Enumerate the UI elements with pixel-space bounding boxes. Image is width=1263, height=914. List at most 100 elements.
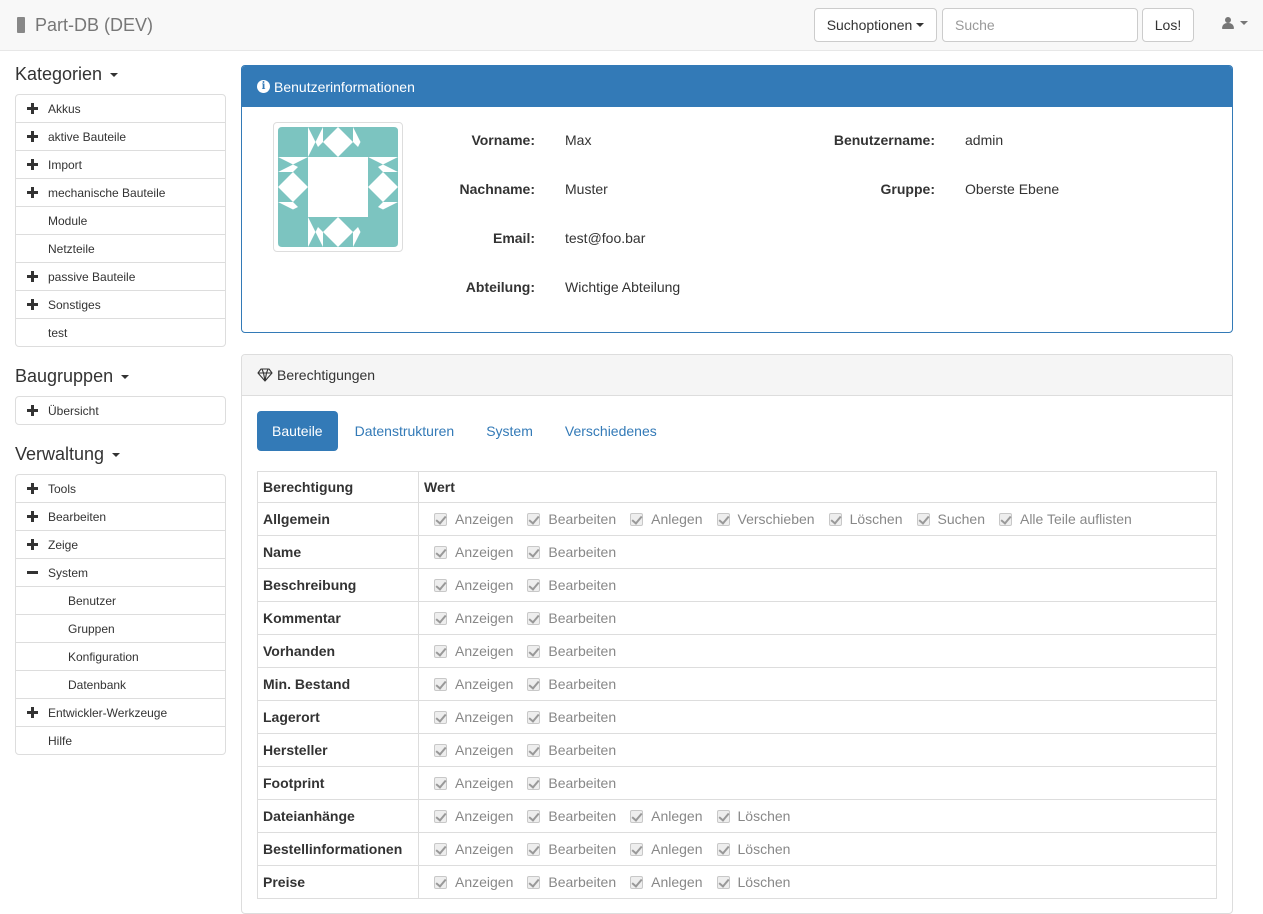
permission-checkbox-anlegen[interactable]: Anlegen bbox=[630, 511, 703, 527]
checkmark-icon[interactable] bbox=[527, 776, 541, 790]
tree-item-test[interactable]: test bbox=[16, 318, 225, 346]
checkmark-icon[interactable] bbox=[527, 842, 541, 856]
checkmark-icon[interactable] bbox=[716, 512, 730, 526]
tree-item-aktive-bauteile[interactable]: aktive Bauteile bbox=[16, 122, 225, 150]
checkmark-icon[interactable] bbox=[527, 512, 541, 526]
tree-item-uebersicht[interactable]: Übersicht bbox=[16, 397, 225, 424]
permission-checkbox-verschieben[interactable]: Verschieben bbox=[716, 511, 815, 527]
checkmark-icon[interactable] bbox=[434, 809, 447, 823]
permission-checkbox-bearbeiten[interactable]: Bearbeiten bbox=[527, 709, 616, 725]
checkmark-icon[interactable] bbox=[828, 512, 842, 526]
permission-checkbox-bearbeiten[interactable]: Bearbeiten bbox=[527, 808, 616, 824]
plus-icon[interactable] bbox=[27, 131, 38, 142]
tree-item-mechanische-bauteile[interactable]: mechanische Bauteile bbox=[16, 178, 225, 206]
permission-checkbox-anlegen[interactable]: Anlegen bbox=[630, 808, 703, 824]
tree-item-passive-bauteile[interactable]: passive Bauteile bbox=[16, 262, 225, 290]
checkmark-icon[interactable] bbox=[434, 644, 447, 658]
checkmark-icon[interactable] bbox=[998, 512, 1012, 526]
checkmark-icon[interactable] bbox=[434, 710, 447, 724]
sidebar-heading-categories[interactable]: Kategorien bbox=[15, 64, 119, 85]
minus-icon[interactable] bbox=[27, 567, 38, 578]
sidebar-heading-admin[interactable]: Verwaltung bbox=[15, 444, 121, 465]
permission-checkbox-suchen[interactable]: Suchen bbox=[916, 511, 985, 527]
checkmark-icon[interactable] bbox=[527, 677, 541, 691]
checkmark-icon[interactable] bbox=[434, 545, 447, 559]
permission-checkbox-anzeigen[interactable]: Anzeigen bbox=[434, 775, 513, 791]
permission-checkbox-bearbeiten[interactable]: Bearbeiten bbox=[527, 676, 616, 692]
permission-checkbox-loeschen[interactable]: Löschen bbox=[716, 808, 790, 824]
checkmark-icon[interactable] bbox=[630, 512, 644, 526]
checkmark-icon[interactable] bbox=[716, 842, 730, 856]
checkmark-icon[interactable] bbox=[630, 842, 644, 856]
tab-datenstrukturen[interactable]: Datenstrukturen bbox=[340, 411, 470, 451]
tree-item-netzteile[interactable]: Netzteile bbox=[16, 234, 225, 262]
checkmark-icon[interactable] bbox=[434, 776, 447, 790]
permission-checkbox-bearbeiten[interactable]: Bearbeiten bbox=[527, 742, 616, 758]
permission-checkbox-bearbeiten[interactable]: Bearbeiten bbox=[527, 610, 616, 626]
tree-item-gruppen[interactable]: Gruppen bbox=[16, 614, 225, 642]
permission-checkbox-anlegen[interactable]: Anlegen bbox=[630, 874, 703, 890]
plus-icon[interactable] bbox=[27, 187, 38, 198]
tree-item-sonstiges[interactable]: Sonstiges bbox=[16, 290, 225, 318]
plus-icon[interactable] bbox=[27, 707, 38, 718]
permission-checkbox-bearbeiten[interactable]: Bearbeiten bbox=[527, 841, 616, 857]
plus-icon[interactable] bbox=[27, 271, 38, 282]
plus-icon[interactable] bbox=[27, 299, 38, 310]
checkmark-icon[interactable] bbox=[527, 578, 541, 592]
plus-icon[interactable] bbox=[27, 511, 38, 522]
permission-checkbox-loeschen[interactable]: Löschen bbox=[716, 841, 790, 857]
permission-checkbox-anzeigen[interactable]: Anzeigen bbox=[434, 709, 513, 725]
brand-link[interactable]: Part-DB (DEV) bbox=[15, 13, 153, 37]
checkmark-icon[interactable] bbox=[434, 842, 447, 856]
permission-checkbox-anzeigen[interactable]: Anzeigen bbox=[434, 742, 513, 758]
search-input[interactable] bbox=[942, 8, 1138, 42]
checkmark-icon[interactable] bbox=[716, 875, 730, 889]
tree-item-system[interactable]: System bbox=[16, 558, 225, 586]
permission-checkbox-bearbeiten[interactable]: Bearbeiten bbox=[527, 874, 616, 890]
checkmark-icon[interactable] bbox=[434, 743, 447, 757]
permission-checkbox-anzeigen[interactable]: Anzeigen bbox=[434, 544, 513, 560]
sidebar-heading-assemblies[interactable]: Baugruppen bbox=[15, 366, 130, 387]
tree-item-module[interactable]: Module bbox=[16, 206, 225, 234]
tree-item-datenbank[interactable]: Datenbank bbox=[16, 670, 225, 698]
checkmark-icon[interactable] bbox=[527, 875, 541, 889]
checkmark-icon[interactable] bbox=[527, 644, 541, 658]
checkmark-icon[interactable] bbox=[434, 875, 447, 889]
permission-checkbox-bearbeiten[interactable]: Bearbeiten bbox=[527, 643, 616, 659]
checkmark-icon[interactable] bbox=[527, 809, 541, 823]
checkmark-icon[interactable] bbox=[630, 809, 644, 823]
checkmark-icon[interactable] bbox=[716, 809, 730, 823]
permission-checkbox-alle-teile-auflisten[interactable]: Alle Teile auflisten bbox=[998, 511, 1132, 527]
checkmark-icon[interactable] bbox=[527, 611, 541, 625]
tab-bauteile[interactable]: Bauteile bbox=[257, 411, 338, 451]
permission-checkbox-anzeigen[interactable]: Anzeigen bbox=[434, 610, 513, 626]
permission-checkbox-bearbeiten[interactable]: Bearbeiten bbox=[527, 577, 616, 593]
checkmark-icon[interactable] bbox=[434, 512, 447, 526]
tree-item-akkus[interactable]: Akkus bbox=[16, 95, 225, 122]
permission-checkbox-loeschen[interactable]: Löschen bbox=[716, 874, 790, 890]
checkmark-icon[interactable] bbox=[434, 578, 447, 592]
permission-checkbox-bearbeiten[interactable]: Bearbeiten bbox=[527, 511, 616, 527]
tree-item-konfiguration[interactable]: Konfiguration bbox=[16, 642, 225, 670]
permission-checkbox-anzeigen[interactable]: Anzeigen bbox=[434, 676, 513, 692]
plus-icon[interactable] bbox=[27, 159, 38, 170]
checkmark-icon[interactable] bbox=[527, 545, 541, 559]
checkmark-icon[interactable] bbox=[527, 743, 541, 757]
checkmark-icon[interactable] bbox=[527, 710, 541, 724]
tree-item-hilfe[interactable]: Hilfe bbox=[16, 726, 225, 754]
permission-checkbox-loeschen[interactable]: Löschen bbox=[828, 511, 903, 527]
search-options-button[interactable]: Suchoptionen bbox=[814, 8, 937, 42]
tree-item-entwickler-werkzeuge[interactable]: Entwickler-Werkzeuge bbox=[16, 698, 225, 726]
permission-checkbox-anzeigen[interactable]: Anzeigen bbox=[434, 643, 513, 659]
plus-icon[interactable] bbox=[27, 483, 38, 494]
checkmark-icon[interactable] bbox=[434, 611, 447, 625]
tree-item-benutzer[interactable]: Benutzer bbox=[16, 586, 225, 614]
tree-item-zeige[interactable]: Zeige bbox=[16, 530, 225, 558]
permission-checkbox-anzeigen[interactable]: Anzeigen bbox=[434, 808, 513, 824]
permission-checkbox-bearbeiten[interactable]: Bearbeiten bbox=[527, 544, 616, 560]
tree-item-tools[interactable]: Tools bbox=[16, 475, 225, 502]
tab-verschiedenes[interactable]: Verschiedenes bbox=[550, 411, 672, 451]
tree-item-import[interactable]: Import bbox=[16, 150, 225, 178]
checkmark-icon[interactable] bbox=[916, 512, 930, 526]
user-menu-toggle[interactable] bbox=[1222, 16, 1248, 30]
